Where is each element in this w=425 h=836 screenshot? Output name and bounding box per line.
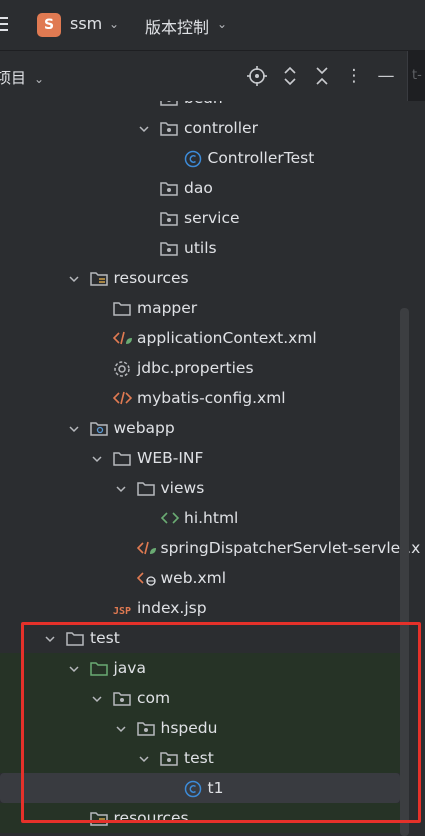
expand-all-icon[interactable] bbox=[277, 63, 303, 89]
package-icon bbox=[160, 101, 178, 106]
tree-row[interactable]: springDispatcherServlet-servlet.x bbox=[0, 533, 420, 563]
tree-item-label: hi.html bbox=[184, 509, 239, 527]
web-folder-icon bbox=[89, 420, 108, 436]
tree-row[interactable]: mapper bbox=[0, 293, 400, 323]
editor-tab-fragment[interactable]: t- bbox=[412, 68, 422, 83]
resources-folder-icon bbox=[89, 270, 108, 286]
tree-row[interactable]: hi.html bbox=[0, 503, 400, 533]
tree-item-label: mybatis-config.xml bbox=[137, 389, 286, 407]
tree-item-label: controller bbox=[184, 119, 258, 137]
tree-item-label: WEB-INF bbox=[137, 449, 204, 467]
tree-row[interactable]: jdbc.properties bbox=[0, 353, 400, 383]
tree-item-label: index.jsp bbox=[137, 599, 207, 617]
package-icon bbox=[160, 180, 178, 196]
package-icon bbox=[160, 210, 178, 226]
title-bar: S ssm ⌄ 版本控制 ⌄ bbox=[0, 0, 425, 51]
properties-file-icon bbox=[113, 360, 131, 377]
tree-row[interactable]: web.xml bbox=[0, 563, 400, 593]
spring-xml-icon bbox=[112, 330, 132, 346]
hide-panel-icon[interactable]: — bbox=[373, 63, 399, 89]
project-view-title[interactable]: 项目 ⌄ bbox=[0, 67, 44, 88]
tree-row[interactable]: views bbox=[0, 473, 400, 503]
folder-icon bbox=[136, 480, 155, 496]
chevron-down-icon[interactable]: ⌄ bbox=[217, 17, 227, 31]
project-name[interactable]: ssm bbox=[70, 14, 102, 33]
tree-item-label: ControllerTest bbox=[207, 149, 315, 167]
tree-item-label: dao bbox=[184, 179, 213, 197]
locate-file-icon[interactable] bbox=[244, 63, 270, 89]
main-menu-icon[interactable] bbox=[0, 17, 8, 32]
tree-row[interactable]: controller bbox=[0, 113, 400, 143]
tree-item-label: utils bbox=[184, 239, 217, 257]
tree-item-label: applicationContext.xml bbox=[137, 329, 317, 347]
tree-row[interactable]: ControllerTest bbox=[0, 143, 400, 173]
chevron-down-icon[interactable] bbox=[115, 481, 127, 493]
chevron-down-icon: ⌄ bbox=[34, 72, 45, 86]
tree-item-label: resources bbox=[113, 269, 189, 287]
vcs-menu[interactable]: 版本控制 bbox=[145, 14, 209, 38]
tree-item-label: mapper bbox=[137, 299, 198, 317]
tree-row[interactable]: utils bbox=[0, 233, 400, 263]
xml-file-icon bbox=[112, 390, 133, 406]
spring-xml-icon bbox=[136, 540, 156, 556]
package-icon bbox=[160, 120, 178, 136]
tree-item-label: webapp bbox=[113, 419, 175, 437]
tree-row[interactable]: bean bbox=[0, 101, 400, 113]
collapse-all-icon[interactable] bbox=[309, 63, 335, 89]
tree-item-label: jdbc.properties bbox=[137, 359, 254, 377]
tree-row[interactable]: webapp bbox=[0, 413, 400, 443]
folder-icon bbox=[113, 300, 131, 316]
tree-row[interactable]: mybatis-config.xml bbox=[0, 383, 400, 413]
chevron-down-icon[interactable] bbox=[68, 271, 80, 283]
chevron-down-icon[interactable]: ⌄ bbox=[109, 17, 119, 31]
tree-row[interactable]: WEB-INF bbox=[0, 443, 400, 473]
tree-item-label: springDispatcherServlet-servlet.x bbox=[160, 539, 421, 557]
chevron-down-icon[interactable] bbox=[91, 451, 103, 463]
jsp-file-icon: JSP bbox=[113, 606, 132, 617]
tree-row[interactable]: resources bbox=[0, 263, 400, 293]
tree-item-label: bean bbox=[184, 101, 223, 107]
project-badge[interactable]: S bbox=[37, 13, 61, 37]
more-options-icon[interactable]: ⋮ bbox=[341, 63, 367, 89]
tree-item-label: views bbox=[160, 479, 205, 497]
web-xml-icon bbox=[136, 570, 156, 586]
tree-row[interactable]: service bbox=[0, 203, 400, 233]
tree-row[interactable]: applicationContext.xml bbox=[0, 323, 400, 353]
chevron-down-icon[interactable] bbox=[68, 421, 80, 433]
tree-row[interactable]: dao bbox=[0, 173, 400, 203]
package-icon bbox=[160, 240, 178, 256]
html-file-icon bbox=[160, 510, 180, 526]
red-highlight-box bbox=[21, 622, 421, 823]
chevron-down-icon[interactable] bbox=[138, 121, 150, 133]
project-toolbar: 项目 ⌄ ⋮ — bbox=[0, 51, 407, 101]
java-class-icon bbox=[184, 150, 202, 168]
tree-row[interactable]: JSP index.jsp bbox=[0, 593, 400, 623]
folder-icon bbox=[113, 450, 131, 466]
tree-item-label: service bbox=[184, 209, 240, 227]
tree-item-label: web.xml bbox=[160, 569, 227, 587]
